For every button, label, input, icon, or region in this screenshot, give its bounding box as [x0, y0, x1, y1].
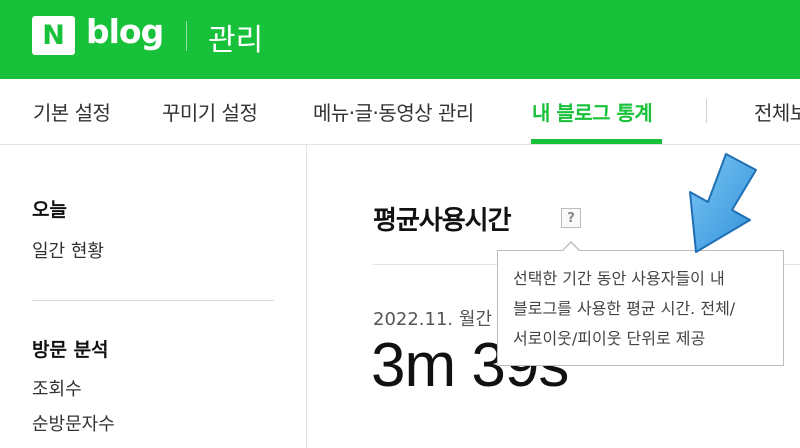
blog-wordmark[interactable]: blog: [86, 12, 164, 51]
nav-tab-view-all[interactable]: 전체보: [754, 97, 800, 126]
sidebar-item-unique-visitors[interactable]: 순방문자수: [32, 410, 115, 436]
nav-separator: [706, 99, 707, 123]
sidebar-item-views[interactable]: 조회수: [32, 375, 82, 401]
tooltip-arrow-fill: [563, 243, 579, 251]
nav-tab-basic-settings[interactable]: 기본 설정: [33, 97, 111, 126]
header-divider: [186, 21, 187, 51]
top-nav: 기본 설정 꾸미기 설정 메뉴·글·동영상 관리 내 블로그 통계 전체보: [0, 79, 800, 145]
page-title: 평균사용시간: [373, 206, 512, 236]
arrow-down-left-icon: [689, 153, 757, 253]
period-label: 2022.11. 월간: [373, 309, 492, 330]
nav-active-indicator: [531, 139, 662, 144]
question-mark-icon[interactable]: ?: [561, 208, 581, 228]
nav-tab-blog-statistics[interactable]: 내 블로그 통계: [532, 97, 653, 126]
tooltip-line: 서로이웃/피이웃 단위로 제공: [513, 329, 706, 348]
sidebar-item-daily-status[interactable]: 일간 현황: [32, 237, 104, 263]
help-tooltip: 선택한 기간 동안 사용자들이 내 블로그를 사용한 평균 시간. 전체/ 서로…: [497, 250, 784, 366]
app-header: N blog 관리: [0, 0, 800, 79]
nav-tab-content-management[interactable]: 메뉴·글·동영상 관리: [313, 97, 474, 126]
tooltip-line: 블로그를 사용한 평균 시간. 전체/: [513, 299, 736, 318]
tooltip-line: 선택한 기간 동안 사용자들이 내: [513, 269, 725, 288]
nav-tab-design-settings[interactable]: 꾸미기 설정: [162, 97, 258, 126]
sidebar-heading-today: 오늘: [32, 199, 67, 221]
header-title: 관리: [208, 23, 264, 58]
logo-letter: N: [42, 20, 65, 51]
sidebar-divider: [32, 300, 274, 301]
naver-logo-icon[interactable]: N: [32, 16, 75, 55]
sidebar: 오늘 일간 현황 방문 분석 조회수 순방문자수: [0, 145, 307, 448]
sidebar-heading-visit-analysis: 방문 분석: [32, 339, 109, 361]
